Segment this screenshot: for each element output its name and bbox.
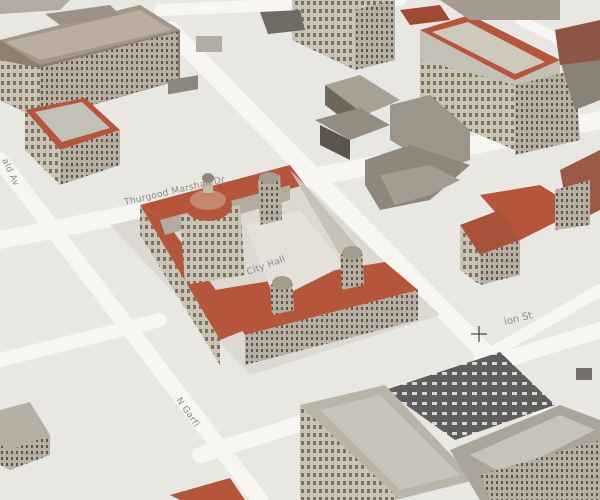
- small-kiosk: [576, 368, 592, 380]
- map-canvas[interactable]: Thurgood Marshall Dr N Garfi ion St ald …: [0, 0, 600, 500]
- map-3d-view[interactable]: Thurgood Marshall Dr N Garfi ion St ald …: [0, 0, 600, 500]
- small-structure-2: [196, 36, 222, 52]
